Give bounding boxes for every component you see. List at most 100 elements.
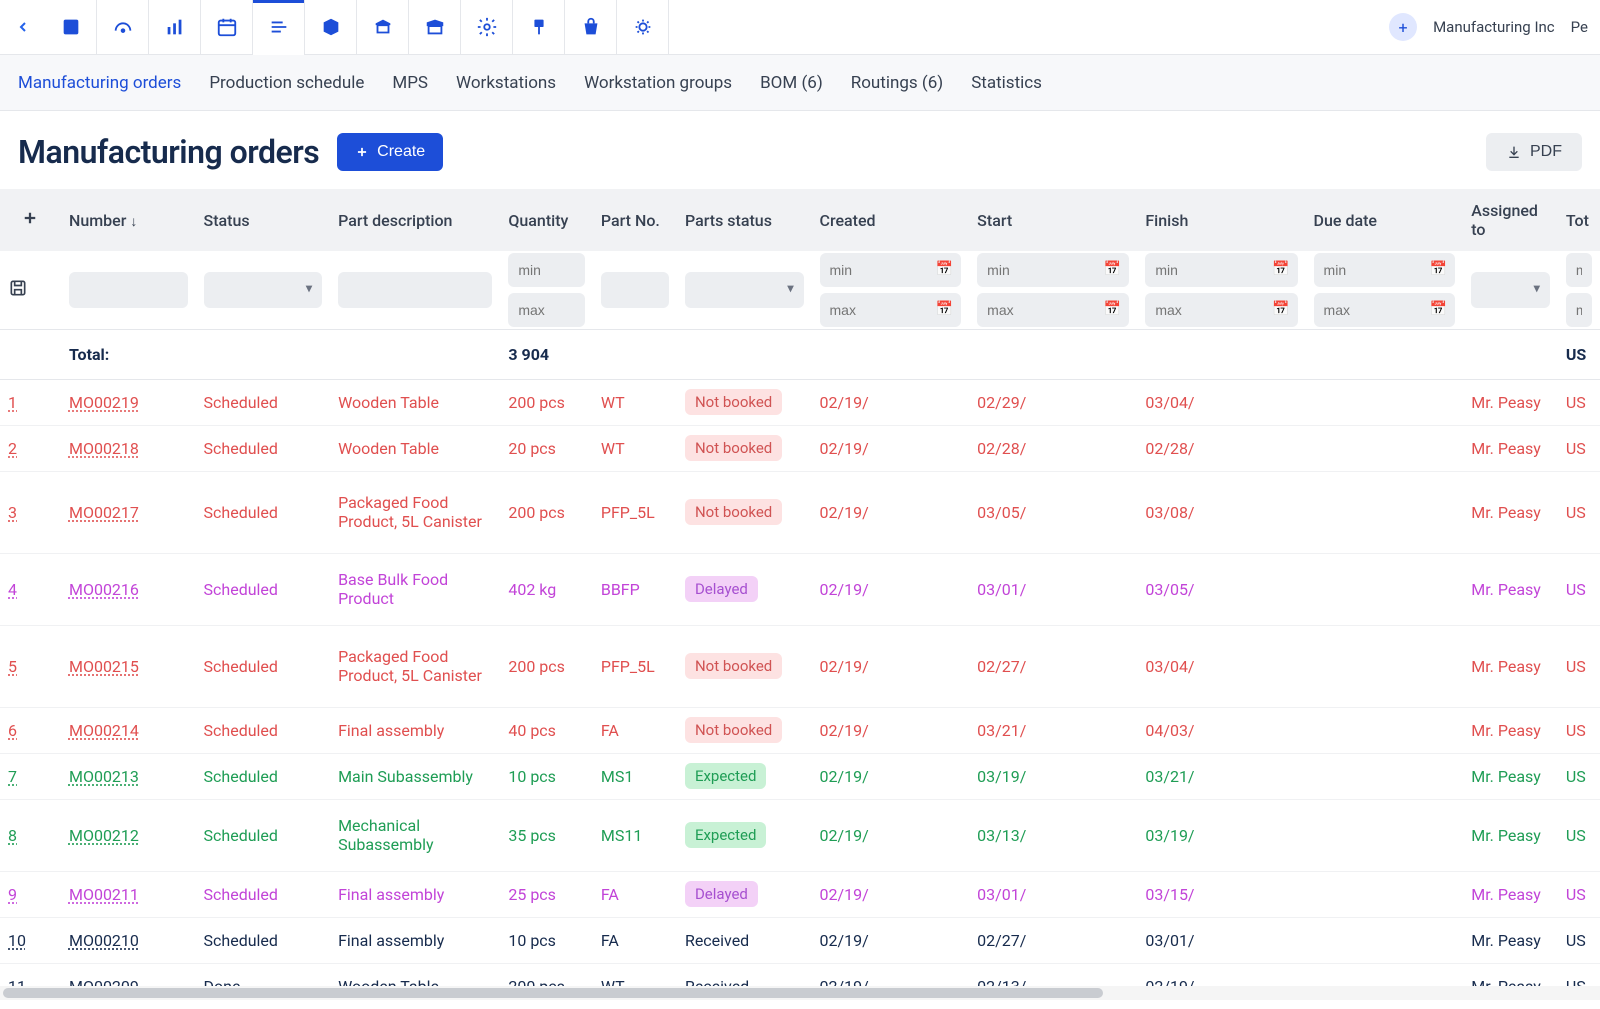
table-row[interactable]: 1MO00219ScheduledWooden Table200 pcsWTNo… — [0, 379, 1600, 425]
create-button[interactable]: Create — [337, 133, 443, 171]
calendar-icon[interactable]: 📅 — [1430, 261, 1447, 277]
add-button[interactable]: + — [1389, 13, 1417, 41]
order-number-link[interactable]: MO00216 — [69, 580, 139, 599]
user-name-truncated[interactable]: Pe — [1571, 18, 1588, 36]
scrollbar-thumb[interactable] — [3, 988, 1103, 998]
filter-pstatus-select[interactable] — [685, 272, 804, 308]
table-row[interactable]: 5MO00215ScheduledPackaged Food Product, … — [0, 625, 1600, 707]
order-number-link[interactable]: MO00217 — [69, 503, 139, 522]
calendar-icon[interactable]: 📅 — [1272, 301, 1289, 317]
col-due[interactable]: Due date — [1306, 189, 1464, 251]
cell-desc: Wooden Table — [330, 425, 500, 471]
order-number-link[interactable]: MO00210 — [69, 931, 139, 950]
nav-crm-icon[interactable] — [409, 0, 461, 55]
col-parts-status[interactable]: Parts status — [677, 189, 812, 251]
nav-calendar-icon[interactable] — [201, 0, 253, 55]
nav-dashboard-icon[interactable] — [45, 0, 97, 55]
filter-desc-input[interactable] — [338, 272, 492, 308]
order-number-link[interactable]: MO00213 — [69, 767, 139, 786]
nav-accounting-icon[interactable] — [565, 0, 617, 55]
nav-analytics-icon[interactable] — [149, 0, 201, 55]
add-column-button[interactable] — [21, 212, 39, 231]
row-index[interactable]: 10 — [8, 931, 26, 950]
export-pdf-button[interactable]: PDF — [1486, 133, 1582, 171]
table-row[interactable]: 2MO00218ScheduledWooden Table20 pcsWTNot… — [0, 425, 1600, 471]
nav-help-icon[interactable] — [617, 0, 669, 55]
order-number-link[interactable]: MO00211 — [69, 885, 139, 904]
col-partno[interactable]: Part No. — [593, 189, 677, 251]
row-index[interactable]: 5 — [8, 657, 17, 676]
col-status[interactable]: Status — [196, 189, 331, 251]
order-number-link[interactable]: MO00215 — [69, 657, 139, 676]
order-number-link[interactable]: MO00218 — [69, 439, 139, 458]
company-name[interactable]: Manufacturing Inc — [1433, 18, 1555, 36]
row-index[interactable]: 8 — [8, 826, 17, 845]
table-row[interactable]: 3MO00217ScheduledPackaged Food Product, … — [0, 471, 1600, 553]
order-number-link[interactable]: MO00219 — [69, 393, 139, 412]
nav-stock-icon[interactable] — [305, 0, 357, 55]
nav-purchasing-icon[interactable] — [357, 0, 409, 55]
filter-total-min[interactable] — [1566, 253, 1592, 287]
subnav-item[interactable]: Workstation groups — [584, 73, 732, 93]
cell-desc: Packaged Food Product, 5L Canister — [330, 471, 500, 553]
nav-settings-icon[interactable] — [461, 0, 513, 55]
subnav-item[interactable]: Production schedule — [209, 73, 364, 93]
table-row[interactable]: 8MO00212ScheduledMechanical Subassembly3… — [0, 799, 1600, 871]
calendar-icon[interactable]: 📅 — [1430, 301, 1447, 317]
table-row[interactable]: 10MO00210ScheduledFinal assembly10 pcsFA… — [0, 917, 1600, 963]
cell-pstatus: Not booked — [677, 471, 812, 553]
col-number[interactable]: Number↓ — [61, 189, 196, 251]
cell-start: 02/29/ — [969, 379, 1137, 425]
subnav-item[interactable]: BOM (6) — [760, 73, 823, 93]
nav-manufacturing-icon[interactable] — [253, 0, 305, 55]
subnav-item[interactable]: MPS — [392, 73, 428, 93]
cell-status: Scheduled — [196, 871, 331, 917]
subnav-item[interactable]: Statistics — [971, 73, 1042, 93]
back-button[interactable] — [0, 0, 45, 55]
filter-partno-input[interactable] — [601, 272, 669, 308]
table-row[interactable]: 4MO00216ScheduledBase Bulk Food Product4… — [0, 553, 1600, 625]
calendar-icon[interactable]: 📅 — [936, 261, 953, 277]
filter-qty-max[interactable] — [508, 293, 585, 327]
col-desc[interactable]: Part description — [330, 189, 500, 251]
filter-total-max[interactable] — [1566, 293, 1592, 327]
parts-status-badge: Not booked — [685, 653, 782, 679]
order-number-link[interactable]: MO00214 — [69, 721, 139, 740]
row-index[interactable]: 6 — [8, 721, 17, 740]
col-finish[interactable]: Finish — [1137, 189, 1305, 251]
subnav-item[interactable]: Manufacturing orders — [18, 73, 181, 93]
parts-status-badge: Expected — [685, 763, 767, 789]
calendar-icon[interactable]: 📅 — [936, 301, 953, 317]
cell-due — [1306, 471, 1464, 553]
nav-hr-icon[interactable] — [513, 0, 565, 55]
col-start[interactable]: Start — [969, 189, 1137, 251]
calendar-icon[interactable]: 📅 — [1104, 261, 1121, 277]
filter-qty-min[interactable] — [508, 253, 585, 287]
table-row[interactable]: 7MO00213ScheduledMain Subassembly10 pcsM… — [0, 753, 1600, 799]
row-index[interactable]: 1 — [8, 393, 17, 412]
row-index[interactable]: 7 — [8, 767, 17, 786]
cell-due — [1306, 707, 1464, 753]
filter-assigned-select[interactable] — [1471, 272, 1550, 308]
table-row[interactable]: 9MO00211ScheduledFinal assembly25 pcsFAD… — [0, 871, 1600, 917]
row-index[interactable]: 3 — [8, 503, 17, 522]
save-filters-button[interactable] — [8, 283, 28, 302]
col-assigned[interactable]: Assigned to — [1463, 189, 1558, 251]
filter-status-select[interactable] — [204, 272, 323, 308]
horizontal-scrollbar[interactable] — [0, 986, 1600, 1000]
calendar-icon[interactable]: 📅 — [1104, 301, 1121, 317]
col-qty[interactable]: Quantity — [500, 189, 593, 251]
cell-status: Scheduled — [196, 799, 331, 871]
row-index[interactable]: 2 — [8, 439, 17, 458]
col-total[interactable]: Tot — [1558, 189, 1600, 251]
col-created[interactable]: Created — [812, 189, 970, 251]
row-index[interactable]: 9 — [8, 885, 17, 904]
nav-gauge-icon[interactable] — [97, 0, 149, 55]
row-index[interactable]: 4 — [8, 580, 17, 599]
subnav-item[interactable]: Routings (6) — [851, 73, 943, 93]
subnav-item[interactable]: Workstations — [456, 73, 556, 93]
filter-number-input[interactable] — [69, 272, 188, 308]
calendar-icon[interactable]: 📅 — [1272, 261, 1289, 277]
order-number-link[interactable]: MO00212 — [69, 826, 139, 845]
table-row[interactable]: 6MO00214ScheduledFinal assembly40 pcsFAN… — [0, 707, 1600, 753]
